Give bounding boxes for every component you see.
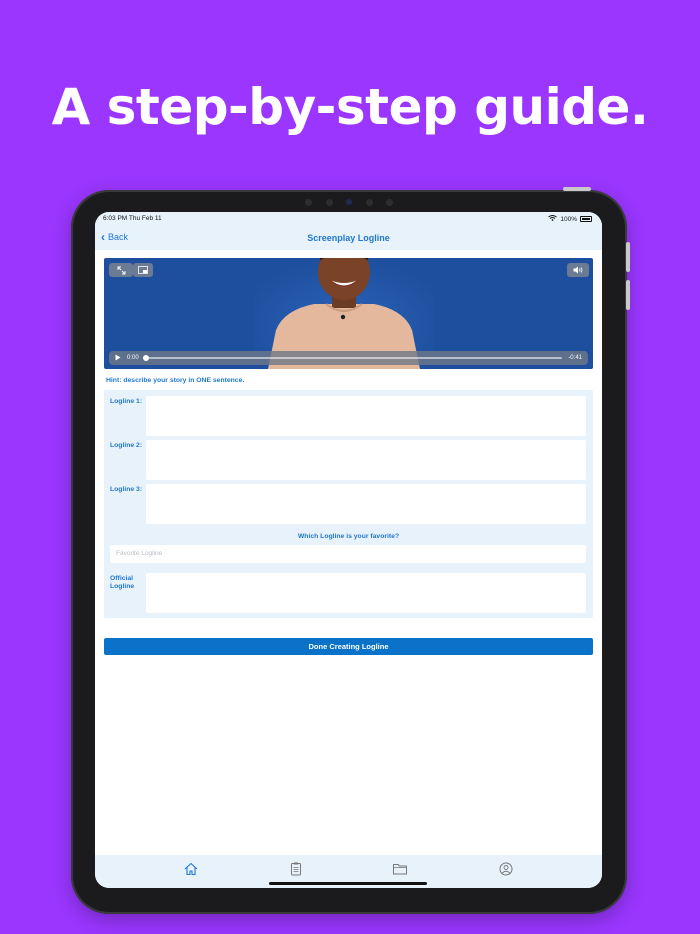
logline-3-label: Logline 3: xyxy=(110,486,143,493)
headline: A step-by-step guide. xyxy=(51,78,649,136)
logline-2-input[interactable] xyxy=(146,440,586,480)
tablet-frame: 6:03 PM Thu Feb 11 100% ‹ Back Screenpla… xyxy=(71,187,630,914)
video-controls: 0:00 -0:41 xyxy=(109,351,588,365)
official-label-line2: Logline xyxy=(110,583,135,590)
logline-form: Logline 1: Logline 2: Logline 3: Which L… xyxy=(104,390,593,618)
folder-icon xyxy=(393,864,407,875)
done-creating-logline-button[interactable]: Done Creating Logline xyxy=(104,638,593,655)
clipboard-icon xyxy=(291,862,301,876)
sensor-dot xyxy=(386,198,393,206)
play-icon xyxy=(115,354,121,360)
status-right: 100% xyxy=(548,215,592,223)
camera-lens xyxy=(346,199,352,205)
favorite-question: Which Logline is your favorite? xyxy=(297,533,400,540)
sensor-dot xyxy=(365,198,373,206)
pip-icon xyxy=(138,266,148,274)
tab-folder[interactable] xyxy=(392,861,408,877)
logline-1-input[interactable] xyxy=(146,396,586,436)
remaining-time: -0:41 xyxy=(568,355,582,361)
status-time: 6:03 PM Thu Feb 11 xyxy=(103,215,162,222)
progress-knob[interactable] xyxy=(142,355,149,361)
volume-button[interactable] xyxy=(567,263,589,277)
expand-icon xyxy=(117,266,125,274)
tab-clipboard[interactable] xyxy=(288,861,304,877)
speaker-icon xyxy=(573,266,582,274)
picture-in-picture-button[interactable] xyxy=(133,263,153,277)
home-icon xyxy=(184,862,198,876)
official-logline-label: Official Logline xyxy=(110,575,134,591)
camera-bar xyxy=(305,196,393,208)
fullscreen-button[interactable] xyxy=(109,263,133,277)
video-player[interactable]: 0:00 -0:41 xyxy=(104,258,593,369)
favorite-logline-input[interactable]: Favorite Logline xyxy=(110,545,586,563)
top-button xyxy=(563,187,591,191)
play-button[interactable] xyxy=(115,354,121,363)
nav-bar: ‹ Back Screenplay Logline xyxy=(95,226,602,250)
sensor-dot xyxy=(305,198,312,206)
page-title: Screenplay Logline xyxy=(307,233,390,243)
hint-text: Hint: describe your story in ONE sentenc… xyxy=(106,377,245,384)
logline-3-input[interactable] xyxy=(146,484,586,524)
volume-up-button xyxy=(626,242,630,272)
official-label-line1: Official xyxy=(110,575,134,582)
logline-2-label: Logline 2: xyxy=(110,442,143,449)
tab-profile[interactable] xyxy=(498,861,514,877)
sensor-dot xyxy=(325,198,333,206)
battery-icon xyxy=(580,216,592,222)
home-indicator xyxy=(269,882,427,885)
profile-icon xyxy=(499,862,513,876)
battery-percent: 100% xyxy=(560,215,577,223)
official-logline-input[interactable] xyxy=(146,573,586,613)
app-screen: 6:03 PM Thu Feb 11 100% ‹ Back Screenpla… xyxy=(95,212,602,888)
current-time: 0:00 xyxy=(127,355,139,361)
progress-track[interactable] xyxy=(142,355,563,361)
status-bar: 6:03 PM Thu Feb 11 100% xyxy=(95,212,602,226)
tab-bar xyxy=(95,855,602,888)
tab-home[interactable] xyxy=(183,861,199,877)
wifi-icon xyxy=(548,215,558,223)
volume-down-button xyxy=(626,280,630,310)
logline-1-label: Logline 1: xyxy=(110,398,143,405)
